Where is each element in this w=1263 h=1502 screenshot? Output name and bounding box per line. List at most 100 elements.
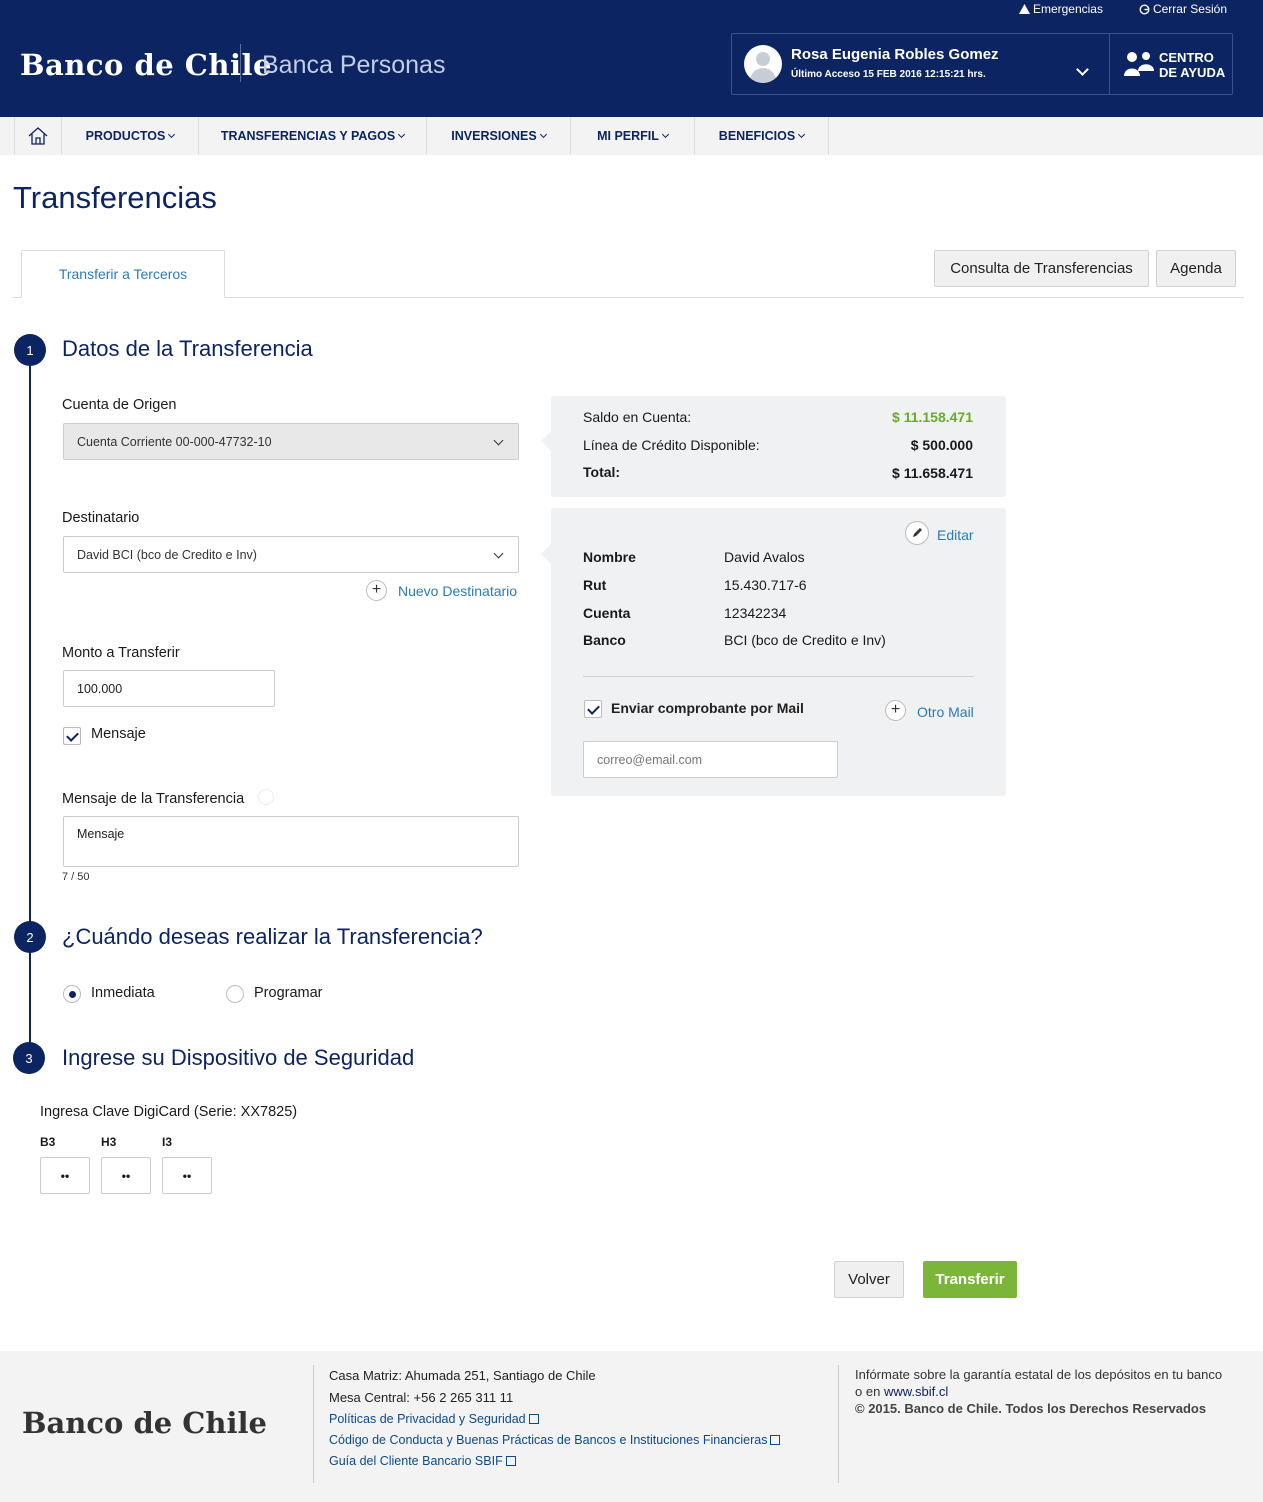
utility-links: Emergencias Cerrar Sesión [1018, 2, 1227, 16]
enviar-mail-label: Enviar comprobante por Mail [611, 700, 804, 716]
step-3-title: Ingrese su Dispositivo de Seguridad [62, 1045, 415, 1070]
step-2-title: ¿Cuándo deseas realizar la Transferencia… [62, 924, 483, 949]
chevron-down-icon [398, 130, 406, 139]
step-2-badge: 2 [14, 921, 46, 953]
section-name: Banca Personas [262, 51, 446, 79]
linea-label: Línea de Crédito Disponible: [583, 437, 760, 453]
inmediata-label: Inmediata [91, 985, 155, 1001]
origen-label: Cuenta de Origen [62, 397, 177, 413]
saldo-value: $ 11.158.471 [892, 409, 973, 425]
external-link-icon [770, 1435, 781, 1445]
main-nav: PRODUCTOS TRANSFERENCIAS Y PAGOS INVERSI… [0, 117, 1263, 155]
digicard-label: Ingresa Clave DigiCard (Serie: XX7825) [40, 1104, 298, 1120]
inmediata-radio[interactable] [63, 985, 81, 1003]
plus-icon[interactable]: + [885, 700, 906, 721]
pencil-icon[interactable] [905, 521, 929, 545]
monto-input[interactable]: 100.000 [63, 670, 275, 707]
chevron-down-icon [493, 548, 504, 559]
brand-divider [240, 44, 241, 82]
page-title: Transferencias [13, 180, 217, 215]
banco-label: Banco [583, 632, 626, 648]
otro-mail-link[interactable]: Otro Mail [917, 704, 974, 720]
guia-cliente-link[interactable]: Guía del Cliente Bancario SBIF [329, 1453, 516, 1468]
chevron-down-icon [798, 130, 806, 139]
external-link-icon [528, 1414, 539, 1424]
bank-logo[interactable]: Banco de Chile [20, 48, 272, 82]
codigo-conducta-link[interactable]: Código de Conducta y Buenas Prácticas de… [329, 1432, 781, 1447]
digicard-input-1[interactable]: •• [40, 1157, 90, 1194]
avatar [744, 45, 782, 83]
digicard-input-3[interactable]: •• [162, 1157, 212, 1194]
rut-value: 15.430.717-6 [724, 577, 807, 593]
plus-icon[interactable]: + [366, 580, 387, 601]
volver-button[interactable]: Volver [834, 1261, 904, 1298]
mensaje-textarea[interactable]: Mensaje [63, 816, 519, 867]
nuevo-destinatario-link[interactable]: Nuevo Destinatario [398, 583, 517, 599]
footer: Banco de Chile Casa Matriz: Ahumada 251,… [0, 1351, 1263, 1502]
footer-info: Infórmate sobre la garantía estatal de l… [855, 1366, 1225, 1417]
total-value: $ 11.658.471 [892, 465, 973, 481]
warning-icon [1018, 4, 1030, 14]
chevron-down-icon [168, 130, 176, 139]
home-icon [28, 127, 48, 145]
user-name: Rosa Eugenia Robles Gomez [791, 46, 999, 63]
programar-radio[interactable] [226, 985, 244, 1003]
digicard-input-2[interactable]: •• [101, 1157, 151, 1194]
editar-link[interactable]: Editar [937, 527, 974, 543]
chevron-down-icon [493, 435, 504, 446]
programar-label: Programar [254, 985, 323, 1001]
nombre-value: David Avalos [724, 549, 805, 565]
cuenta-value: 12342234 [724, 605, 787, 621]
top-header: Emergencias Cerrar Sesión Banco de Chile… [0, 0, 1263, 117]
help-center-icon [1124, 52, 1154, 76]
nav-inversiones[interactable]: INVERSIONES [427, 117, 571, 155]
chevron-down-icon [539, 130, 547, 139]
coord-label-2: H3 [101, 1135, 117, 1149]
coord-label-1: B3 [40, 1135, 56, 1149]
nav-productos[interactable]: PRODUCTOS [62, 117, 199, 155]
copyright: © 2015. Banco de Chile. Todos los Derech… [855, 1401, 1207, 1416]
sbif-link[interactable]: www.sbif.cl [884, 1384, 948, 1399]
char-counter: 7 / 50 [62, 871, 90, 883]
agenda-button[interactable]: Agenda [1156, 250, 1236, 287]
footer-address: Casa Matriz: Ahumada 251, Santiago de Ch… [329, 1368, 596, 1383]
saldo-label: Saldo en Cuenta: [583, 409, 692, 425]
mensaje-label: Mensaje de la Transferencia [62, 791, 245, 807]
info-icon[interactable] [258, 789, 274, 805]
tab-transferir-terceros[interactable]: Transferir a Terceros [21, 250, 225, 298]
enviar-mail-checkbox[interactable] [584, 700, 602, 718]
last-access: Último Acceso 15 FEB 2016 12:15:21 hrs. [791, 69, 986, 80]
footer-phone: Mesa Central: +56 2 265 311 11 [329, 1390, 514, 1405]
help-center-button[interactable]: CENTRO DE AYUDA [1159, 50, 1225, 80]
transferir-button[interactable]: Transferir [923, 1261, 1017, 1298]
consulta-transferencias-button[interactable]: Consulta de Transferencias [934, 250, 1149, 287]
privacy-link[interactable]: Políticas de Privacidad y Seguridad [329, 1411, 539, 1426]
step-1-title: Datos de la Transferencia [62, 336, 313, 361]
home-button[interactable] [14, 117, 62, 155]
total-label: Total: [583, 464, 621, 480]
nav-transferencias[interactable]: TRANSFERENCIAS Y PAGOS [199, 117, 427, 155]
nav-beneficios[interactable]: BENEFICIOS [695, 117, 829, 155]
cuenta-label: Cuenta [583, 605, 631, 621]
origen-select[interactable]: Cuenta Corriente 00-000-47732-10 [63, 423, 519, 460]
external-link-icon [505, 1456, 516, 1466]
coord-label-3: I3 [162, 1135, 173, 1149]
nombre-label: Nombre [583, 549, 636, 565]
emergencias-link[interactable]: Emergencias [1018, 2, 1103, 16]
user-menu[interactable]: Rosa Eugenia Robles Gomez Último Acceso … [731, 33, 1233, 95]
mensaje-checkbox[interactable] [63, 727, 81, 745]
footer-logo: Banco de Chile [22, 1406, 267, 1440]
nav-mi-perfil[interactable]: MI PERFIL [571, 117, 695, 155]
email-field[interactable]: correo@email.com [583, 741, 838, 778]
logout-icon [1139, 3, 1150, 15]
step-1-badge: 1 [14, 334, 46, 366]
logout-link[interactable]: Cerrar Sesión [1139, 2, 1227, 16]
step-3-badge: 3 [13, 1042, 45, 1074]
chevron-down-icon [661, 130, 669, 139]
linea-value: $ 500.000 [910, 437, 973, 453]
destinatario-select[interactable]: David BCI (bco de Credito e Inv) [63, 536, 519, 573]
mensaje-checkbox-label: Mensaje [91, 726, 146, 742]
banco-value: BCI (bco de Credito e Inv) [724, 632, 886, 648]
monto-label: Monto a Transferir [62, 645, 180, 661]
chevron-down-icon[interactable] [1076, 63, 1089, 76]
